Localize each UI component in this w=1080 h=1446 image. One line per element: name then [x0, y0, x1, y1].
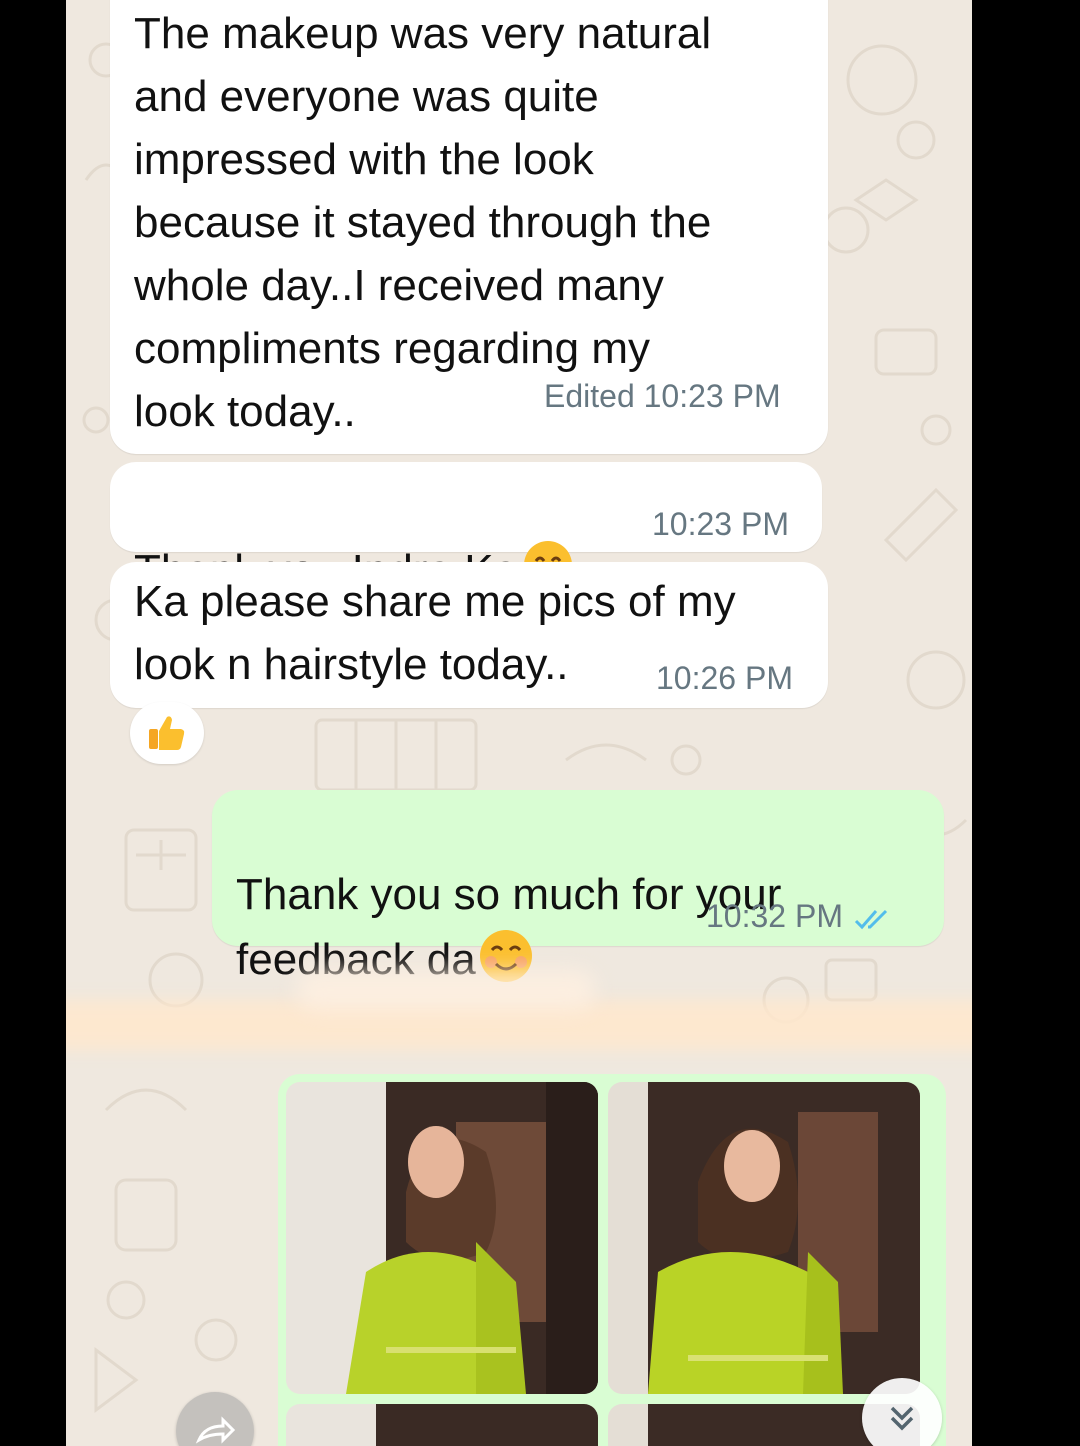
album-photo[interactable]: [286, 1404, 598, 1446]
message-meta: 10:32 PM: [706, 898, 892, 935]
chat-panel: The makeup was very natural and everyone…: [66, 0, 972, 1446]
photo-image: [608, 1082, 920, 1394]
double-chevron-down-icon: [890, 1406, 914, 1431]
photo-image: [286, 1082, 598, 1394]
forward-icon: [195, 1416, 235, 1444]
message-bubble-incoming[interactable]: The makeup was very natural and everyone…: [110, 0, 828, 454]
message-time: 10:23 PM: [652, 506, 789, 542]
reaction-badge[interactable]: [130, 702, 204, 764]
blurred-band: [296, 970, 596, 1010]
message-text: Ka please share me pics of my look n hai…: [134, 577, 736, 689]
message-bubble-outgoing[interactable]: Thank you so much for your feedback da 1…: [212, 790, 944, 984]
message-text: Thank you so much for your feedback da: [236, 800, 781, 991]
read-ticks-icon: [854, 909, 887, 930]
message-bubble-incoming[interactable]: Thank you Indra Ka 10:23 PM: [110, 462, 822, 595]
message-meta: Edited 10:23 PM: [544, 378, 781, 415]
album-photo[interactable]: [286, 1082, 598, 1394]
message-time: 10:26 PM: [656, 660, 793, 696]
thumbs-up-icon: [149, 716, 185, 750]
photo-album-outgoing[interactable]: [278, 1074, 946, 1446]
album-photo[interactable]: [608, 1082, 920, 1394]
photo-image: [286, 1404, 598, 1446]
message-time: 10:23 PM: [643, 378, 781, 414]
message-time: 10:32 PM: [706, 898, 843, 934]
message-text: The makeup was very natural and everyone…: [134, 9, 712, 436]
message-bubble-incoming[interactable]: Ka please share me pics of my look n hai…: [110, 562, 828, 708]
edited-label: Edited: [544, 378, 635, 414]
